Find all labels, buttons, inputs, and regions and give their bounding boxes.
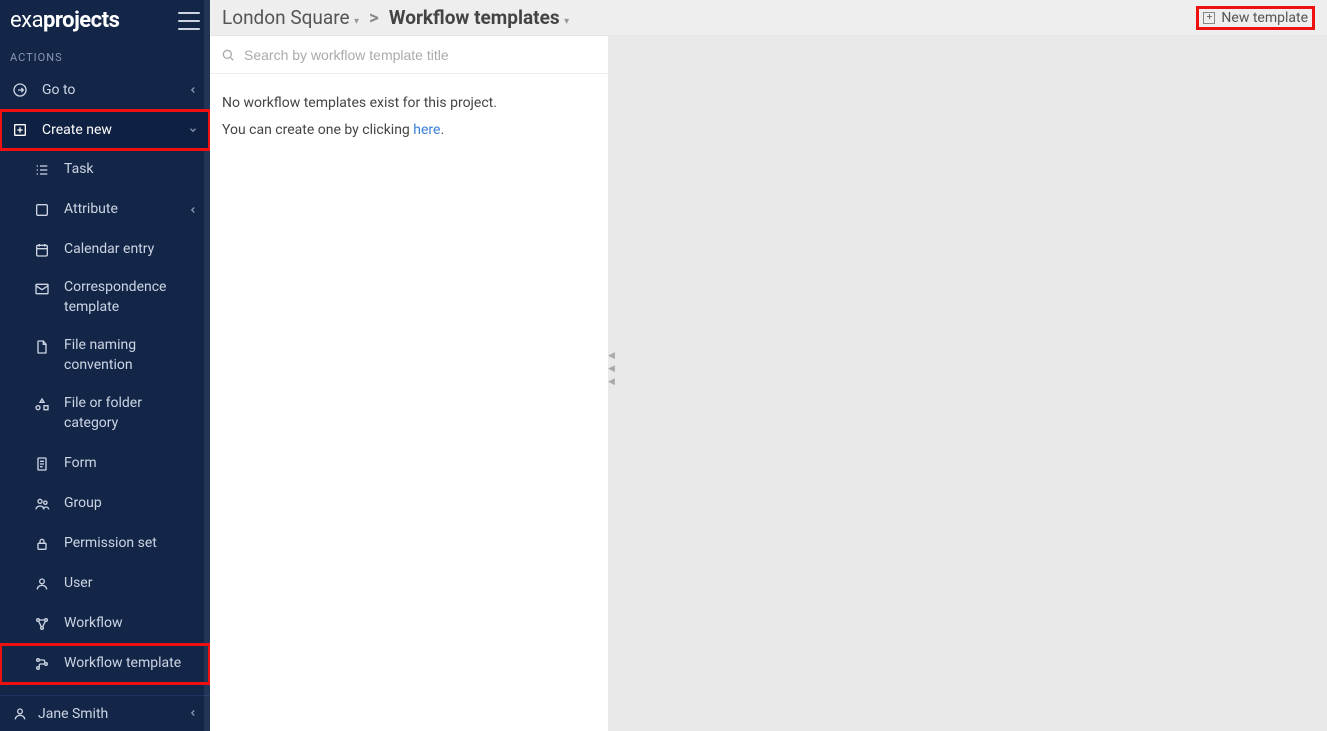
subnav-task[interactable]: Task xyxy=(0,150,210,190)
subnav-label: Workflow xyxy=(64,614,123,634)
app-logo[interactable]: exaprojects xyxy=(10,8,119,33)
goto-icon xyxy=(12,82,28,98)
search-input[interactable] xyxy=(244,47,598,63)
template-list-panel: No workflow templates exist for this pro… xyxy=(210,36,608,731)
sidebar-create-new[interactable]: Create new xyxy=(0,110,210,150)
subnav-label: Workflow template xyxy=(64,654,181,674)
mail-icon xyxy=(34,281,50,297)
chevron-left-icon xyxy=(188,205,198,215)
subnav-calendar-entry[interactable]: Calendar entry xyxy=(0,230,210,270)
empty-line1: No workflow templates exist for this pro… xyxy=(222,90,596,117)
sidebar-user-name: Jane Smith xyxy=(38,706,108,722)
sidebar-goto[interactable]: Go to xyxy=(0,70,210,110)
sidebar-goto-label: Go to xyxy=(42,82,75,98)
subnav-permission-set[interactable]: Permission set xyxy=(0,524,210,564)
subnav-group[interactable]: Group xyxy=(0,484,210,524)
workflow-icon xyxy=(34,616,50,632)
sidebar-user-menu[interactable]: Jane Smith xyxy=(0,695,210,731)
collapse-handle-icon[interactable]: ◀ xyxy=(608,379,615,386)
collapse-handle-icon[interactable]: ◀ xyxy=(608,353,615,360)
new-template-button[interactable]: + New template xyxy=(1196,6,1315,30)
sidebar-section-label: ACTIONS xyxy=(0,43,210,70)
person-icon xyxy=(12,706,28,722)
subnav-workflow[interactable]: Workflow xyxy=(0,604,210,644)
search-icon xyxy=(220,47,236,63)
new-template-label: New template xyxy=(1221,10,1308,26)
subnav-correspondence-template[interactable]: Correspondence template xyxy=(0,270,210,328)
subnav-label: Form xyxy=(64,454,97,474)
empty-state: No workflow templates exist for this pro… xyxy=(210,74,608,159)
subnav-file-category[interactable]: File or folder category xyxy=(0,386,210,444)
attribute-icon xyxy=(34,202,50,218)
subnav-label: File naming convention xyxy=(64,336,194,375)
collapse-handle-icon[interactable]: ◀ xyxy=(608,366,615,373)
subnav-label: File or folder category xyxy=(64,394,194,433)
subnav-label: User xyxy=(64,574,92,594)
category-icon xyxy=(34,397,50,413)
group-icon xyxy=(34,496,50,512)
lock-icon xyxy=(34,536,50,552)
workflow-template-icon xyxy=(34,656,50,672)
detail-panel: ◀ ◀ ◀ xyxy=(608,36,1327,731)
subnav-form[interactable]: Form xyxy=(0,444,210,484)
subnav-file-naming[interactable]: File naming convention xyxy=(0,328,210,386)
subnav-label: Correspondence template xyxy=(64,278,194,317)
caret-down-icon: ▾ xyxy=(352,16,360,27)
form-icon xyxy=(34,456,50,472)
chevron-left-icon xyxy=(188,85,198,95)
main-area: London Square ▾ > Workflow templates ▾ +… xyxy=(210,0,1327,731)
search-row xyxy=(210,36,608,74)
topbar: London Square ▾ > Workflow templates ▾ +… xyxy=(210,0,1327,36)
user-icon xyxy=(34,576,50,592)
calendar-icon xyxy=(34,242,50,258)
chevron-down-icon xyxy=(188,125,198,135)
subnav-workflow-template[interactable]: Workflow template xyxy=(0,644,210,684)
plus-icon: + xyxy=(1203,12,1215,24)
task-icon xyxy=(34,162,50,178)
breadcrumb-separator: > xyxy=(369,6,379,29)
breadcrumb-page[interactable]: Workflow templates ▾ xyxy=(389,6,569,29)
subnav-label: Calendar entry xyxy=(64,240,154,260)
subnav-label: Task xyxy=(64,160,94,180)
plus-square-icon xyxy=(12,122,28,138)
sidebar: exaprojects ACTIONS Go to Create new Tas… xyxy=(0,0,210,731)
menu-toggle-icon[interactable] xyxy=(178,12,200,30)
chevron-left-icon xyxy=(188,706,198,722)
breadcrumb-project[interactable]: London Square ▾ xyxy=(222,6,359,29)
breadcrumb: London Square ▾ > Workflow templates ▾ xyxy=(222,6,569,29)
create-here-link[interactable]: here xyxy=(413,122,440,138)
subnav-label: Permission set xyxy=(64,534,157,554)
file-icon xyxy=(34,339,50,355)
subnav-attribute[interactable]: Attribute xyxy=(0,190,210,230)
empty-line2: You can create one by clicking here. xyxy=(222,117,596,144)
subnav-label: Attribute xyxy=(64,200,118,220)
panel-collapse-handles[interactable]: ◀ ◀ ◀ xyxy=(608,353,615,387)
sidebar-create-label: Create new xyxy=(42,122,112,138)
subnav-label: Group xyxy=(64,494,102,514)
subnav-user[interactable]: User xyxy=(0,564,210,604)
caret-down-icon: ▾ xyxy=(562,16,570,27)
